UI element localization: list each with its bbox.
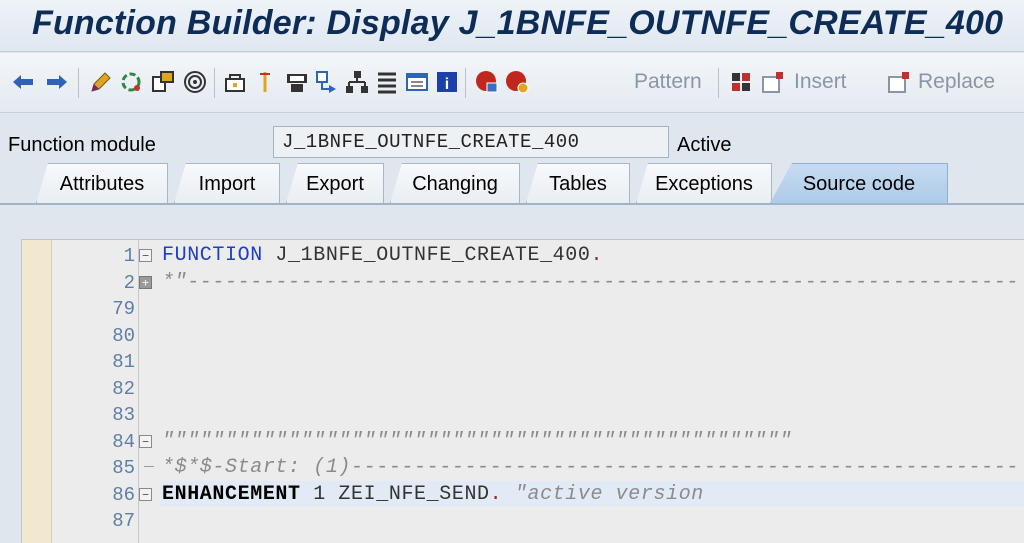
title-bar: Function Builder: Display J_1BNFE_OUTNFE…: [0, 0, 1024, 52]
collapse-icon[interactable]: −: [139, 249, 152, 262]
tab-strip: Attributes Import Export Changing Tables…: [0, 163, 1024, 203]
code-line: 87: [22, 507, 1024, 534]
insert-icon[interactable]: [760, 69, 786, 95]
line-number: 85: [112, 457, 135, 479]
replace-button[interactable]: Replace: [918, 70, 995, 94]
tab-import[interactable]: Import: [174, 163, 280, 203]
line-number: 87: [112, 510, 135, 532]
code-line: 85 *$*$-Start: (1)----------------------…: [22, 454, 1024, 481]
edit-pencil-icon[interactable]: [88, 69, 114, 95]
application-toolbar: i Pattern Insert Replace: [0, 53, 1024, 113]
expand-icon[interactable]: +: [139, 275, 152, 289]
pattern-button[interactable]: Pattern: [634, 70, 702, 94]
code-line: 86 − ENHANCEMENT 1 ZEI_NFE_SEND. "active…: [22, 480, 1024, 508]
session-breakpoint-icon[interactable]: [504, 69, 530, 95]
line-number: 79: [112, 298, 135, 320]
code-editor[interactable]: 1 − FUNCTION J_1BNFE_OUTNFE_CREATE_400. …: [21, 239, 1024, 543]
source-code-panel: 1 − FUNCTION J_1BNFE_OUTNFE_CREATE_400. …: [0, 205, 1024, 543]
object-list-icon[interactable]: [374, 69, 400, 95]
collapse-icon[interactable]: −: [139, 487, 152, 501]
line-number: 80: [112, 324, 135, 347]
code-line: 83: [22, 401, 1024, 428]
breakpoint-icon[interactable]: [474, 69, 500, 95]
line-number: 1: [123, 245, 135, 267]
line-number: 86: [112, 483, 135, 506]
where-used-icon[interactable]: [182, 69, 208, 95]
test-icon[interactable]: [284, 69, 310, 95]
function-module-label: Function module: [8, 134, 156, 156]
display-change-icon[interactable]: [118, 69, 144, 95]
function-module-field[interactable]: J_1BNFE_OUTNFE_CREATE_400: [273, 126, 669, 158]
status-text: Active: [677, 134, 732, 156]
tab-attributes[interactable]: Attributes: [36, 163, 168, 203]
window-list-icon[interactable]: [404, 69, 430, 95]
navigate-icon[interactable]: [314, 69, 340, 95]
line-number: 82: [112, 377, 135, 400]
code-line: 80: [22, 322, 1024, 349]
hierarchy-icon[interactable]: [344, 69, 370, 95]
tab-exceptions[interactable]: Exceptions: [636, 163, 772, 203]
tab-tables[interactable]: Tables: [526, 163, 630, 203]
code-line: 84 − """""""""""""""""""""""""""""""""""…: [22, 428, 1024, 455]
code-line: 82: [22, 375, 1024, 402]
tab-source-code[interactable]: Source code: [770, 163, 948, 203]
window-title: Function Builder: Display J_1BNFE_OUTNFE…: [32, 4, 1004, 42]
code-line: 81: [22, 348, 1024, 375]
line-number: 84: [112, 430, 135, 453]
other-object-icon[interactable]: [150, 69, 176, 95]
tab-changing[interactable]: Changing: [390, 163, 520, 203]
code-line: 1 − FUNCTION J_1BNFE_OUTNFE_CREATE_400.: [22, 242, 1024, 269]
svg-text:i: i: [445, 76, 449, 93]
line-number: 83: [112, 404, 135, 426]
forward-arrow-icon[interactable]: [44, 69, 70, 95]
replace-icon[interactable]: [886, 69, 912, 95]
tab-export[interactable]: Export: [286, 163, 384, 203]
collapse-icon[interactable]: −: [139, 434, 152, 448]
line-number: 81: [112, 351, 135, 373]
code-line: 79: [22, 295, 1024, 322]
help-info-icon[interactable]: i: [434, 69, 460, 95]
insert-block-icon[interactable]: [728, 69, 754, 95]
insert-button[interactable]: Insert: [794, 70, 847, 94]
line-number: 2: [123, 271, 135, 294]
code-line: 2 + *"----------------------------------…: [22, 269, 1024, 296]
back-arrow-icon[interactable]: [10, 69, 36, 95]
check-icon[interactable]: [252, 69, 278, 95]
activate-icon[interactable]: [222, 69, 248, 95]
header-fields: Function module J_1BNFE_OUTNFE_CREATE_40…: [0, 114, 1024, 164]
